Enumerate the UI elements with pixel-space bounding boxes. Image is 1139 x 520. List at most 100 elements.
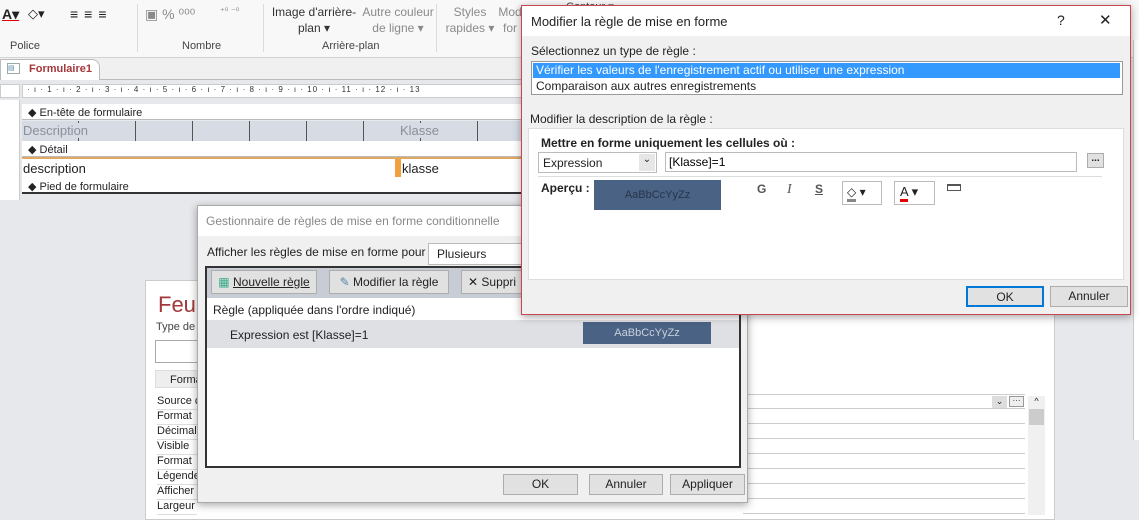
selected-value: Expression (543, 156, 603, 170)
fill-color-button[interactable]: ◇ ▾ (842, 181, 882, 205)
label: rapides ▾ (445, 21, 495, 35)
delete-icon: ✕ (468, 275, 479, 289)
grid-line (743, 394, 1025, 395)
alt-line-color-button[interactable]: Autre couleur de ligne ▾ (360, 4, 436, 36)
edit-rule-icon: ✎ (339, 275, 350, 289)
grid-line (743, 453, 1025, 454)
format-only-label: Mettre en forme uniquement les cellules … (541, 136, 796, 150)
property-row[interactable]: Format (157, 455, 197, 470)
grid-line (743, 438, 1025, 439)
delete-rule-button[interactable]: ✕ Suppri (461, 270, 523, 294)
preview-label: Aperçu : (541, 181, 590, 195)
label: Modifier la règle (353, 275, 439, 289)
edit-cancel-button[interactable]: Annuler (1050, 286, 1128, 307)
section-form-footer[interactable]: ◆ Pied de formulaire (22, 178, 522, 194)
builder-button[interactable]: ··· (1009, 396, 1024, 407)
scrollbar[interactable]: ^ (1028, 396, 1045, 515)
rules-column-header: Règle (appliquée dans l'ordre indiqué) (213, 303, 416, 317)
currency-icon[interactable]: ▣ % ⁰⁰⁰ (145, 6, 195, 23)
property-row[interactable]: Visible (157, 440, 197, 455)
new-rule-button[interactable]: ▦ Nouvelle règle (211, 270, 317, 294)
grid-line (743, 468, 1025, 469)
manager-cancel-button[interactable]: Annuler (589, 474, 663, 495)
divider (436, 4, 437, 52)
property-row[interactable]: Légende (157, 470, 197, 485)
dropdown-chevron-icon[interactable]: ⌄ (992, 396, 1007, 408)
group-label-nombre: Nombre (182, 40, 222, 52)
property-row[interactable]: Format (157, 410, 197, 425)
property-row[interactable]: Largeur (157, 500, 197, 515)
manager-title: Gestionnaire de règles de mise en forme … (206, 214, 500, 228)
select-type-label: Sélectionnez un type de règle : (531, 44, 696, 58)
font-color-icon: A (900, 184, 908, 202)
expression-builder-button[interactable]: ... (1087, 153, 1104, 168)
grid-line (743, 513, 1025, 514)
fill-color-icon[interactable]: ◇▾ (28, 6, 45, 22)
expression-input[interactable] (665, 152, 1077, 172)
label: Suppri (481, 275, 517, 289)
field-description[interactable]: description (23, 161, 86, 176)
edit-ok-button[interactable]: OK (966, 286, 1044, 307)
form-icon: ▤ (7, 63, 20, 74)
font-color-button[interactable]: A ▾ (894, 181, 935, 205)
quick-styles-button[interactable]: Styles rapides ▾ (442, 4, 498, 36)
label: Détail (39, 144, 68, 156)
underline-button[interactable]: S (815, 182, 823, 196)
field-klasse[interactable]: klasse (402, 161, 439, 176)
grid-line (743, 483, 1025, 484)
property-row[interactable]: Décimal (157, 425, 197, 440)
tab-label: Formulaire1 (29, 63, 92, 75)
rule-text: Expression est [Klasse]=1 (230, 328, 369, 342)
group-label-background: Arrière-plan (322, 40, 380, 52)
label: for (502, 21, 517, 35)
modify-shape-button[interactable]: Mod for (498, 4, 522, 36)
edit-rule-button[interactable]: ✎ Modifier la règle (329, 270, 449, 294)
section-form-header[interactable]: ◆ En-tête de formulaire (22, 104, 522, 120)
manager-apply-button[interactable]: Appliquer (670, 474, 745, 495)
ruler-corner[interactable] (0, 84, 20, 98)
group-label-police: Police (10, 40, 40, 52)
label: Autre couleur (362, 5, 434, 19)
scroll-thumb[interactable] (1029, 409, 1044, 425)
scroll-up-icon[interactable]: ^ (1028, 396, 1045, 406)
right-scroll-strip[interactable] (1133, 40, 1139, 440)
autoformat-icon[interactable] (947, 184, 961, 191)
show-for-label: Afficher les règles de mise en forme pou… (207, 245, 433, 259)
decimal-icons[interactable]: ⁺⁰ ⁻⁰ (220, 6, 239, 17)
edit-description-label: Modifier la description de la règle : (530, 112, 713, 126)
grid-line (743, 408, 1025, 409)
rule-preview: AaBbCcYyZz (583, 322, 711, 344)
label: Styles (453, 5, 487, 19)
close-button[interactable]: ✕ (1099, 11, 1112, 29)
font-color-icon[interactable]: A▾ (2, 6, 19, 23)
grid-line (743, 498, 1025, 499)
bold-button[interactable]: G (757, 182, 766, 196)
rule-row[interactable]: Expression est [Klasse]=1 AaBbCcYyZz (207, 320, 739, 348)
divider (137, 4, 138, 52)
rule-type-option-selected[interactable]: Vérifier les valeurs de l'enregistrement… (533, 63, 1120, 78)
vertical-ruler (0, 100, 20, 200)
property-row[interactable]: Source c (157, 395, 197, 410)
italic-button[interactable]: I (787, 182, 792, 198)
align-icons[interactable]: ≡≡≡ (70, 6, 113, 22)
divider (538, 176, 1102, 177)
grid-line (743, 423, 1025, 424)
label: Nouvelle règle (232, 275, 310, 289)
label-description[interactable]: Description (23, 123, 89, 138)
help-button[interactable]: ? (1057, 12, 1065, 28)
rule-type-option[interactable]: Comparaison aux autres enregistrements (533, 79, 756, 94)
detail-row: description klasse (22, 157, 522, 178)
new-rule-icon: ▦ (218, 275, 230, 289)
horizontal-ruler: · ı · 1 · ı · 2 · ı · 3 · ı · 4 · ı · 5 … (22, 84, 522, 98)
manager-ok-button[interactable]: OK (503, 474, 578, 495)
condition-type-select[interactable]: Expression ⌄ (538, 152, 657, 173)
selection-handle[interactable] (395, 159, 401, 177)
section-detail[interactable]: ◆ Détail (22, 141, 522, 157)
label: En-tête de formulaire (39, 107, 143, 119)
label-klasse[interactable]: Klasse (400, 123, 440, 138)
label: Pied de formulaire (39, 181, 129, 193)
background-image-button[interactable]: Image d'arrière-plan ▾ (268, 4, 360, 36)
label: Image d'arrière- (271, 5, 357, 19)
property-row[interactable]: Afficher (157, 485, 197, 500)
edit-title: Modifier la règle de mise en forme (531, 14, 728, 29)
